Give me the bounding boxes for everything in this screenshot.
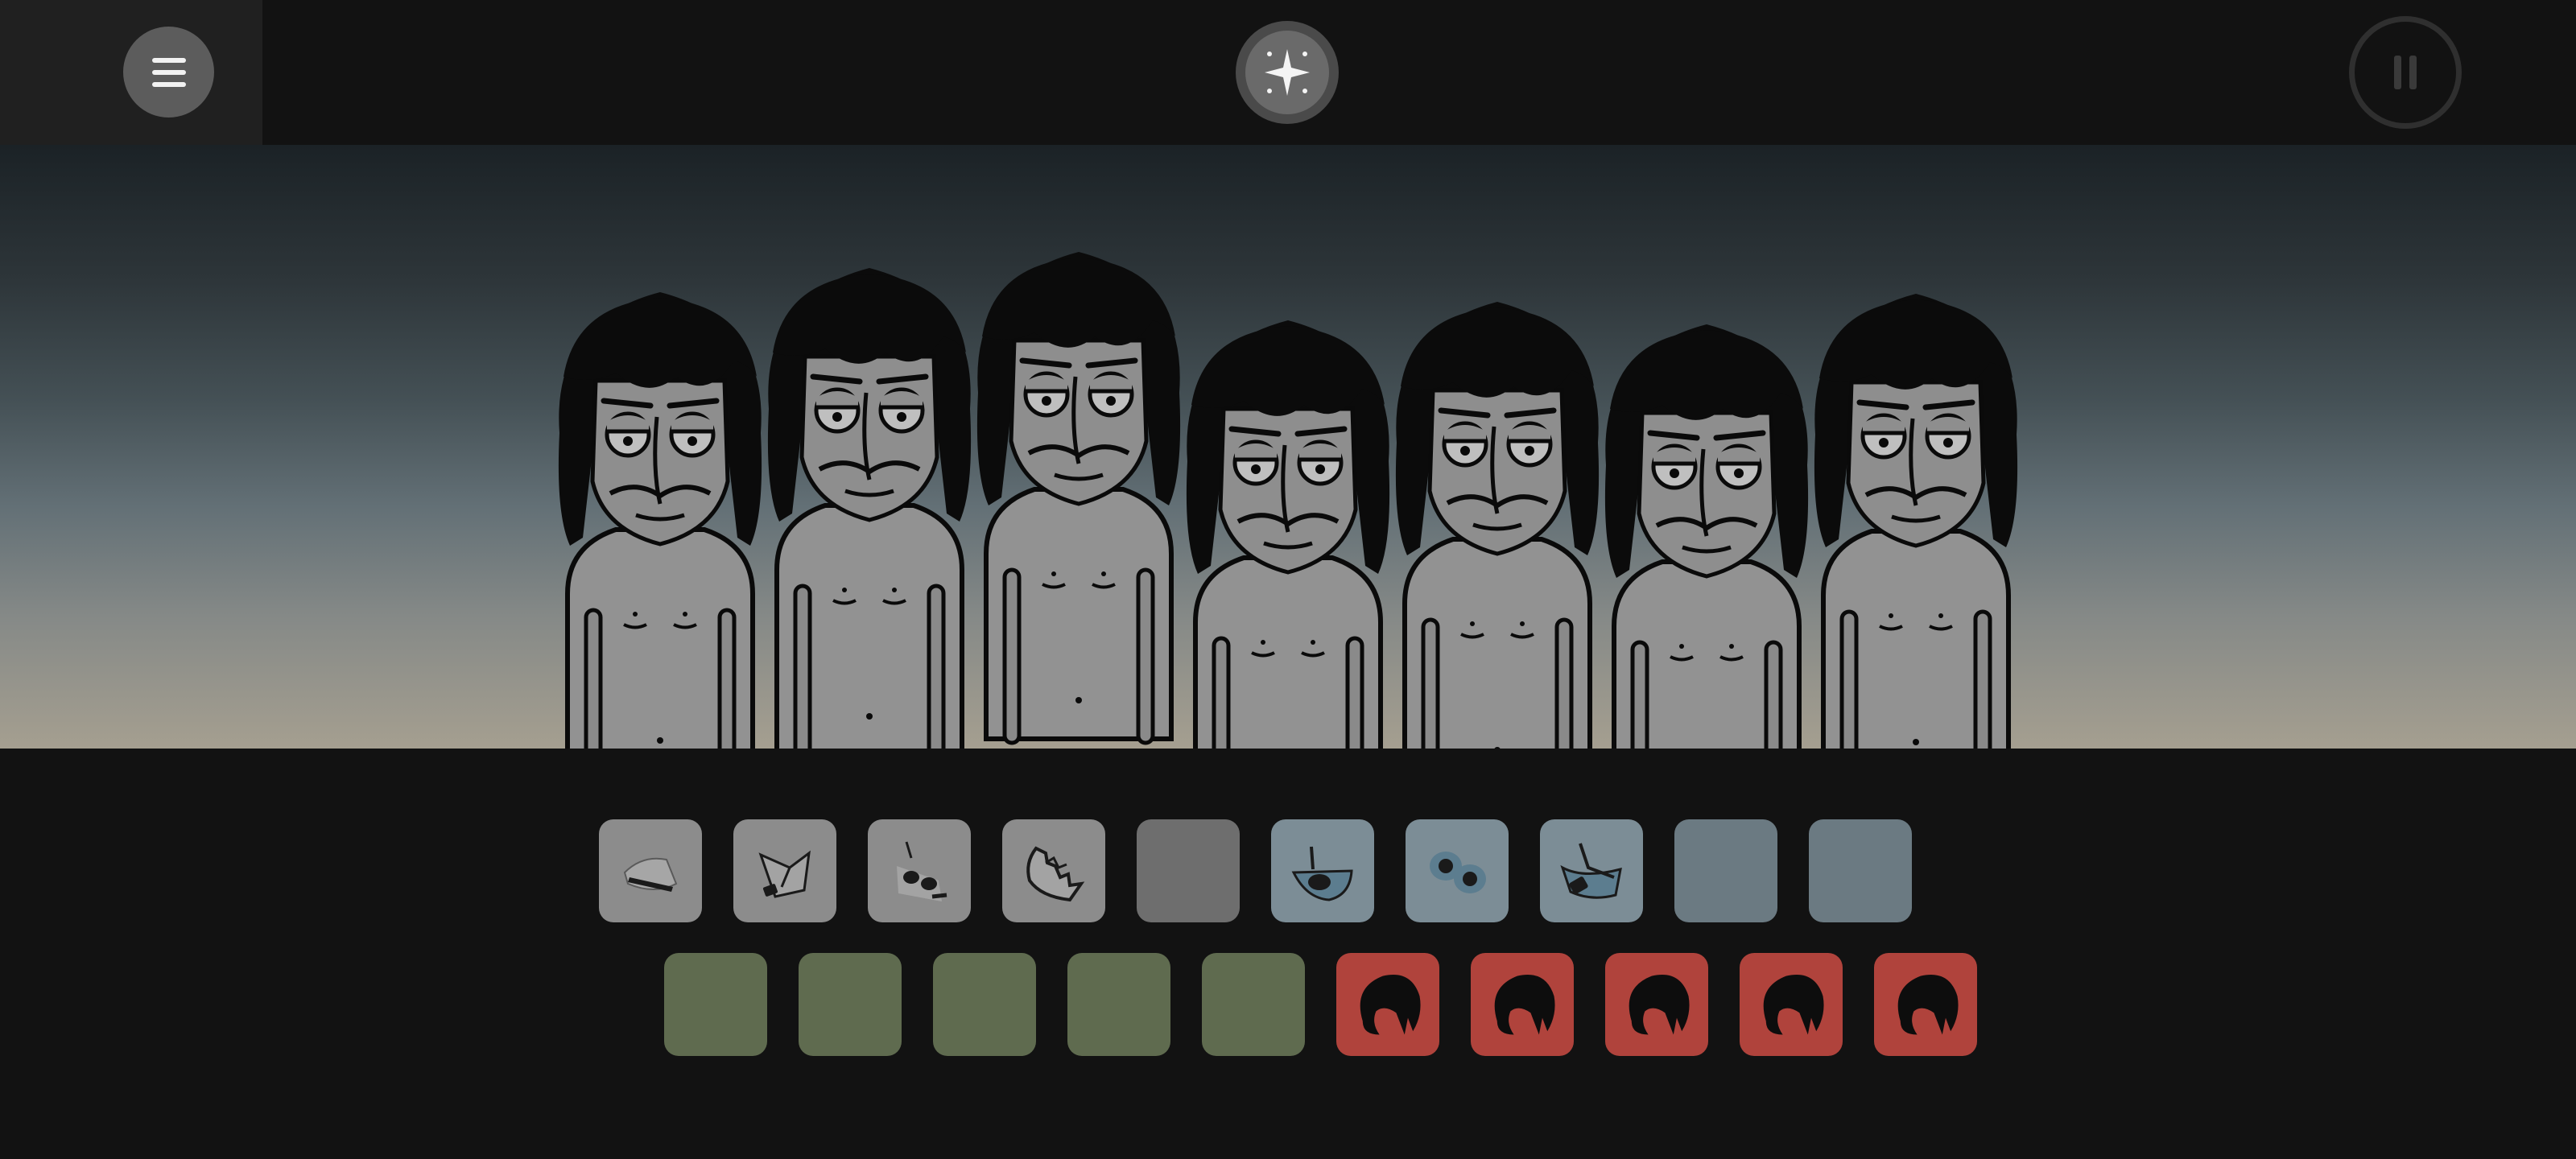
hair-icon bbox=[1629, 974, 1690, 1035]
sunglasses-icon bbox=[897, 841, 947, 901]
sound-slot-empty-7[interactable] bbox=[1067, 953, 1170, 1056]
pause-button[interactable] bbox=[2349, 16, 2462, 129]
hat-icon bbox=[623, 857, 678, 892]
sound-slot-empty-8[interactable] bbox=[1202, 953, 1305, 1056]
character-6[interactable] bbox=[1605, 324, 1808, 749]
sound-slot-goggles[interactable] bbox=[1406, 819, 1509, 922]
hair-icon bbox=[1763, 974, 1824, 1035]
eye-patch-icon bbox=[1291, 846, 1353, 901]
bandana-icon bbox=[758, 850, 811, 898]
sound-slot-empty-2[interactable] bbox=[1674, 819, 1777, 922]
sound-slot-hair-3[interactable] bbox=[1605, 953, 1708, 1056]
character-2[interactable] bbox=[768, 268, 971, 749]
sound-slot-hair-1[interactable] bbox=[1336, 953, 1439, 1056]
top-bar bbox=[0, 0, 2576, 145]
bonus-button-inner bbox=[1245, 31, 1329, 114]
hair-icon bbox=[1360, 974, 1421, 1035]
goggles-icon bbox=[1430, 852, 1486, 893]
sound-slot-hat[interactable] bbox=[599, 819, 702, 922]
character-4[interactable] bbox=[1187, 320, 1389, 749]
sound-slot-torn-mask[interactable] bbox=[1002, 819, 1105, 922]
sound-slot-empty-1[interactable] bbox=[1137, 819, 1240, 922]
sound-slot-eye-patch[interactable] bbox=[1271, 819, 1374, 922]
character-1[interactable] bbox=[559, 292, 762, 749]
visor-icon bbox=[1560, 843, 1622, 899]
stage bbox=[0, 145, 2576, 749]
sound-slot-empty-3[interactable] bbox=[1809, 819, 1912, 922]
character-5[interactable] bbox=[1396, 302, 1599, 749]
sound-slot-bandana[interactable] bbox=[733, 819, 836, 922]
character-3[interactable] bbox=[977, 252, 1180, 743]
menu-panel bbox=[0, 0, 262, 145]
hamburger-menu-icon bbox=[151, 57, 186, 87]
sound-slot-empty-4[interactable] bbox=[664, 953, 767, 1056]
sound-slot-sunglasses[interactable] bbox=[868, 819, 971, 922]
pause-icon bbox=[2394, 56, 2417, 89]
sound-slot-hair-5[interactable] bbox=[1874, 953, 1977, 1056]
hair-icon bbox=[1897, 974, 1959, 1035]
sparkle-icon bbox=[1265, 49, 1310, 96]
sound-slot-visor[interactable] bbox=[1540, 819, 1643, 922]
bonus-button[interactable] bbox=[1236, 21, 1339, 124]
sound-slot-hair-2[interactable] bbox=[1471, 953, 1574, 1056]
sound-slot-empty-5[interactable] bbox=[799, 953, 902, 1056]
torn-mask-icon bbox=[1026, 846, 1085, 902]
menu-button[interactable] bbox=[123, 27, 214, 118]
character-7[interactable] bbox=[1814, 294, 2017, 749]
sound-slot-hair-4[interactable] bbox=[1740, 953, 1843, 1056]
sound-slot-empty-6[interactable] bbox=[933, 953, 1036, 1056]
hair-icon bbox=[1494, 974, 1555, 1035]
